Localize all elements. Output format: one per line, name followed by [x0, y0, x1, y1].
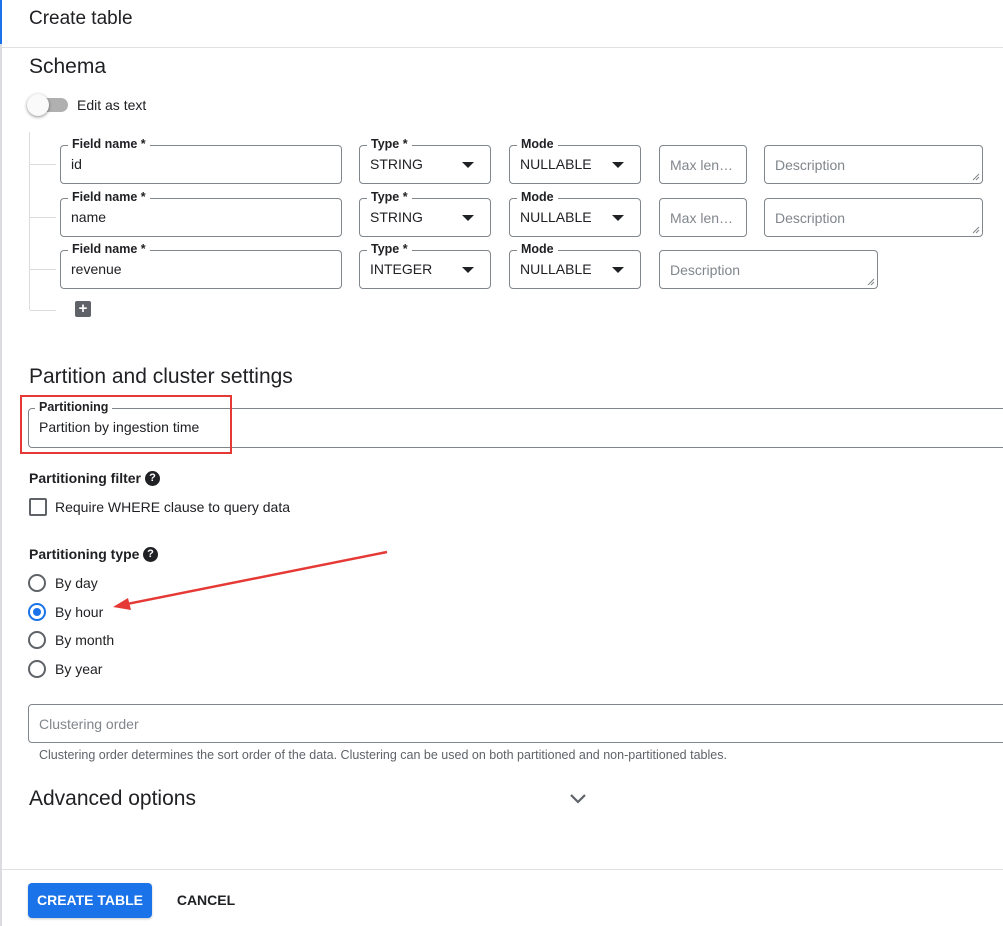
annotation-highlight-box: [20, 395, 232, 454]
radio-label-by-month: By month: [55, 632, 115, 648]
schema-tree-branch: [30, 164, 56, 165]
create-table-button[interactable]: CREATE TABLE: [28, 883, 152, 918]
field-name-value: name: [71, 209, 107, 225]
dropdown-caret-icon: [462, 267, 474, 273]
max-length-input[interactable]: Max len…: [659, 198, 747, 237]
dropdown-caret-icon: [612, 162, 624, 168]
field-name-label: Field name *: [68, 137, 150, 152]
footer-divider: [2, 869, 1003, 870]
description-input[interactable]: Description: [764, 145, 983, 184]
require-where-label: Require WHERE clause to query data: [55, 499, 290, 515]
description-placeholder: Description: [775, 210, 846, 226]
radio-by-day[interactable]: [28, 574, 46, 592]
field-mode-select[interactable]: Mode NULLABLE: [509, 242, 641, 289]
resize-handle-icon[interactable]: [972, 226, 980, 234]
field-mode-value: NULLABLE: [520, 209, 592, 225]
field-name-input[interactable]: Field name * name: [60, 190, 342, 237]
field-type-value: STRING: [370, 209, 423, 225]
field-type-select[interactable]: Type * STRING: [359, 190, 491, 237]
field-name-input[interactable]: Field name * revenue: [60, 242, 342, 289]
schema-title: Schema: [29, 55, 107, 78]
radio-label-by-day: By day: [55, 575, 98, 591]
edit-as-text-toggle-thumb[interactable]: [27, 94, 49, 116]
clustering-order-placeholder: Clustering order: [39, 716, 139, 732]
field-mode-label: Mode: [517, 190, 558, 205]
radio-label-by-hour: By hour: [55, 604, 104, 620]
left-edge-accent: [0, 0, 2, 44]
field-mode-select[interactable]: Mode NULLABLE: [509, 137, 641, 184]
left-edge-border: [0, 0, 2, 926]
dropdown-caret-icon: [462, 215, 474, 221]
schema-tree-line: [29, 132, 30, 310]
help-icon[interactable]: ?: [145, 471, 160, 486]
dropdown-caret-icon: [612, 215, 624, 221]
edit-as-text-label: Edit as text: [77, 97, 147, 113]
field-name-label: Field name *: [68, 190, 150, 205]
field-type-label: Type *: [367, 242, 412, 257]
schema-tree-branch: [30, 310, 56, 311]
dropdown-caret-icon: [612, 267, 624, 273]
field-mode-select[interactable]: Mode NULLABLE: [509, 190, 641, 237]
field-name-input[interactable]: Field name * id: [60, 137, 342, 184]
clustering-order-input[interactable]: Clustering order: [28, 704, 1003, 743]
radio-label-by-year: By year: [55, 661, 103, 677]
resize-handle-icon[interactable]: [867, 278, 875, 286]
require-where-checkbox[interactable]: [29, 498, 47, 516]
field-mode-value: NULLABLE: [520, 156, 592, 172]
field-mode-label: Mode: [517, 137, 558, 152]
cancel-button[interactable]: CANCEL: [166, 883, 246, 918]
description-input[interactable]: Description: [764, 198, 983, 237]
description-placeholder: Description: [670, 262, 741, 278]
partitioning-filter-label: Partitioning filter: [29, 470, 141, 486]
add-field-icon[interactable]: +: [75, 301, 91, 317]
schema-tree-branch: [30, 269, 56, 270]
clustering-hint: Clustering order determines the sort ord…: [39, 748, 727, 762]
radio-by-hour[interactable]: [28, 603, 46, 621]
field-type-select[interactable]: Type * INTEGER: [359, 242, 491, 289]
dropdown-caret-icon: [462, 162, 474, 168]
partition-section-title: Partition and cluster settings: [29, 365, 293, 388]
field-name-value: revenue: [71, 261, 122, 277]
advanced-options-title[interactable]: Advanced options: [29, 787, 196, 811]
radio-by-year[interactable]: [28, 660, 46, 678]
schema-tree-branch: [30, 217, 56, 218]
description-input[interactable]: Description: [659, 250, 878, 289]
max-length-placeholder: Max len…: [670, 210, 734, 226]
field-type-label: Type *: [367, 137, 412, 152]
field-name-value: id: [71, 156, 82, 172]
chevron-down-icon[interactable]: [569, 792, 587, 804]
page-title: Create table: [29, 8, 133, 29]
max-length-input[interactable]: Max len…: [659, 145, 747, 184]
header-divider: [2, 47, 1003, 48]
field-type-value: STRING: [370, 156, 423, 172]
annotation-arrow-icon: [113, 550, 388, 610]
resize-handle-icon[interactable]: [972, 173, 980, 181]
description-placeholder: Description: [775, 157, 846, 173]
field-type-select[interactable]: Type * STRING: [359, 137, 491, 184]
field-type-label: Type *: [367, 190, 412, 205]
max-length-placeholder: Max len…: [670, 157, 734, 173]
radio-by-month[interactable]: [28, 631, 46, 649]
field-mode-value: NULLABLE: [520, 261, 592, 277]
field-mode-label: Mode: [517, 242, 558, 257]
field-type-value: INTEGER: [370, 261, 433, 277]
field-name-label: Field name *: [68, 242, 150, 257]
